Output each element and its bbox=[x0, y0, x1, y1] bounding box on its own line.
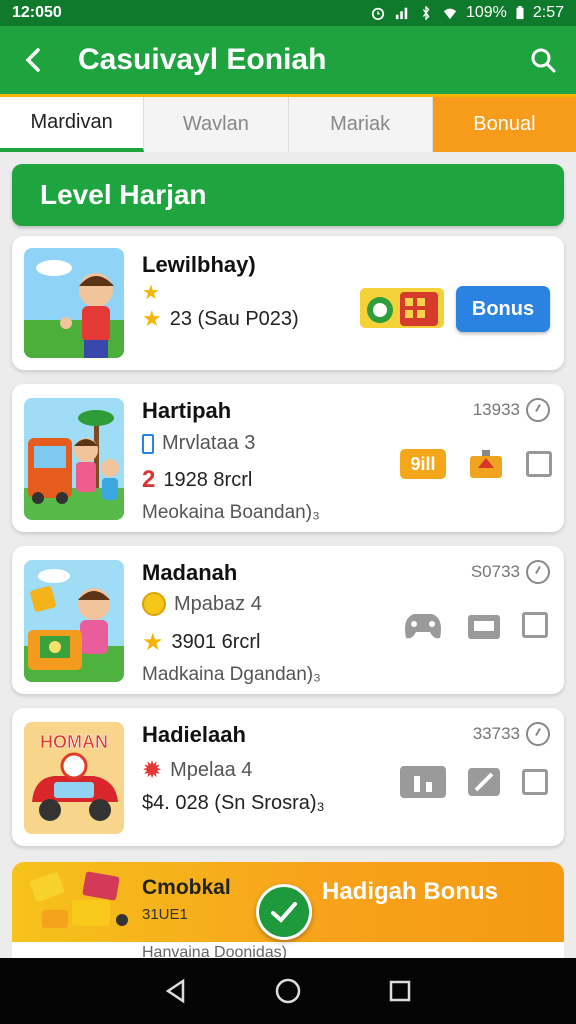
game-card[interactable]: HOMAN Hadielaah 33733 ✹ Mpelaa 4 $4. 028… bbox=[12, 708, 564, 846]
star-icon: ★ bbox=[142, 282, 160, 304]
promo-right-title: Hadigah Bonus bbox=[321, 878, 498, 905]
battery-icon bbox=[516, 6, 524, 20]
battery-percent: 109% bbox=[465, 4, 507, 21]
nav-recents-icon[interactable] bbox=[387, 978, 413, 1004]
bonus-button[interactable]: Bonus bbox=[456, 286, 550, 332]
game-rating-row: ★ bbox=[142, 280, 160, 305]
system-nav-bar bbox=[0, 958, 576, 1024]
game-stat: 3901 6rcrl bbox=[171, 631, 261, 653]
game-thumbnail: HOMAN bbox=[24, 722, 124, 834]
nav-home-icon[interactable] bbox=[274, 977, 302, 1005]
back-arrow-icon bbox=[25, 48, 40, 72]
wifi-icon bbox=[443, 8, 457, 20]
timer-value: 33733 bbox=[472, 724, 520, 743]
reward-icons bbox=[400, 608, 548, 642]
gift-icon[interactable] bbox=[468, 448, 504, 480]
coins-icon bbox=[360, 288, 444, 328]
game-stat-row: ★ 3901 6rcrl bbox=[142, 628, 260, 657]
tab-mariak[interactable]: Mariak bbox=[289, 97, 433, 152]
page-title: Casuivayl Eoniah bbox=[78, 43, 327, 76]
app-bar: Casuivayl Eoniah bbox=[0, 26, 576, 94]
clock-icon bbox=[526, 560, 550, 584]
clock-icon bbox=[526, 398, 550, 422]
timer-value: S0733 bbox=[470, 562, 520, 581]
tools-icon[interactable] bbox=[466, 766, 502, 798]
cart-icon[interactable] bbox=[466, 609, 502, 641]
game-info-row: Mpabaz 4 bbox=[142, 592, 262, 616]
reward-icons bbox=[400, 766, 548, 798]
star-icon: ★ bbox=[142, 629, 164, 656]
tab-mardivan[interactable]: Mardivan bbox=[0, 97, 145, 152]
tab-bar: Mardivan Wavlan Mariak Bonual bbox=[0, 94, 576, 152]
game-stat: 1928 8rcrl bbox=[163, 468, 253, 491]
box-icon[interactable] bbox=[522, 612, 548, 638]
search-button[interactable] bbox=[528, 45, 558, 75]
coins-pile-icon bbox=[29, 871, 128, 928]
reward-icons: 9ill bbox=[400, 448, 552, 480]
box-icon[interactable] bbox=[522, 769, 548, 795]
promo-footer bbox=[12, 942, 564, 958]
game-info-row: ✹ Mpelaa 4 bbox=[142, 756, 252, 785]
status-clock: 2:57 bbox=[532, 4, 564, 21]
bluetooth-icon bbox=[422, 6, 430, 20]
game-thumbnail bbox=[24, 248, 124, 358]
tab-bonual[interactable]: Bonual bbox=[432, 97, 576, 152]
game-info: Mpelaa 4 bbox=[170, 759, 253, 781]
coin-icon bbox=[142, 592, 166, 616]
search-icon bbox=[531, 48, 556, 73]
timer-value: 13933 bbox=[472, 400, 520, 419]
box-icon[interactable] bbox=[526, 451, 552, 477]
game-stat-row: ★ 23 (Sau P023) bbox=[142, 306, 299, 332]
game-timer: S0733 bbox=[471, 560, 550, 584]
signal-icon bbox=[395, 7, 408, 20]
game-card[interactable]: Madanah S0733 Mpabaz 4 ★ 3901 6rcrl Madk… bbox=[12, 546, 564, 694]
clock-icon bbox=[526, 722, 550, 746]
chart-icon[interactable] bbox=[400, 766, 446, 798]
game-name: Madanah bbox=[142, 560, 238, 585]
checkmark-icon bbox=[271, 902, 297, 923]
promo-left-title: Cmobkal bbox=[142, 876, 231, 899]
game-timer: 13933 bbox=[473, 398, 550, 422]
reward-icons bbox=[360, 286, 444, 330]
badge-icon[interactable]: 9ill bbox=[400, 449, 446, 479]
star-icon: ★ bbox=[142, 306, 162, 331]
promo-left-subtitle: 31UE1 bbox=[142, 906, 188, 923]
game-card[interactable]: Lewilbhay) ★ ★ 23 (Sau P023) Bonus bbox=[12, 236, 564, 370]
game-name: Lewilbhay) bbox=[142, 252, 256, 277]
back-button[interactable] bbox=[18, 45, 48, 75]
status-time: 12:050 bbox=[12, 4, 62, 21]
game-info: Mpabaz 4 bbox=[174, 592, 262, 615]
game-thumbnail bbox=[24, 398, 124, 520]
game-name: Hartipah bbox=[142, 398, 232, 423]
game-thumbnail bbox=[24, 560, 124, 682]
game-info: Mrvlataa 3 bbox=[162, 432, 256, 454]
game-card[interactable]: Hartipah 13933 Mrvlataa 3 2 1928 8rcrl M… bbox=[12, 384, 564, 532]
game-info-row: Mrvlataa 3 bbox=[142, 432, 255, 455]
game-stat: 23 (Sau P023) bbox=[169, 307, 299, 330]
tab-wavlan[interactable]: Wavlan bbox=[144, 97, 289, 152]
game-stat-row: 2 1928 8rcrl bbox=[142, 466, 252, 494]
game-timer: 33733 bbox=[473, 722, 550, 746]
game-stat: $4. 028 (Sn Srosra)₃ bbox=[142, 792, 325, 814]
game-subtitle: Madkaina Dgandan)₃ bbox=[142, 664, 321, 685]
game-stat-row: $4. 028 (Sn Srosra)₃ bbox=[142, 792, 325, 815]
game-subtitle: Meokaina Boandan)₃ bbox=[142, 502, 320, 523]
gamepad-icon[interactable] bbox=[400, 608, 446, 642]
thumbnail-label: HOMAN bbox=[40, 732, 108, 752]
phone-icon bbox=[142, 433, 154, 454]
promo-footer-text: Hanvaina Doonidas) bbox=[142, 944, 287, 958]
rank-number: 2 bbox=[142, 466, 156, 493]
gear-icon: ✹ bbox=[142, 757, 163, 784]
confirm-button[interactable] bbox=[256, 884, 312, 940]
level-banner[interactable]: Level Harjan bbox=[12, 164, 564, 226]
game-name: Hadielaah bbox=[142, 722, 246, 747]
status-bar: 12:050 109% 2:57 bbox=[0, 0, 576, 26]
nav-back-icon[interactable] bbox=[163, 978, 189, 1004]
alarm-icon bbox=[371, 7, 385, 20]
